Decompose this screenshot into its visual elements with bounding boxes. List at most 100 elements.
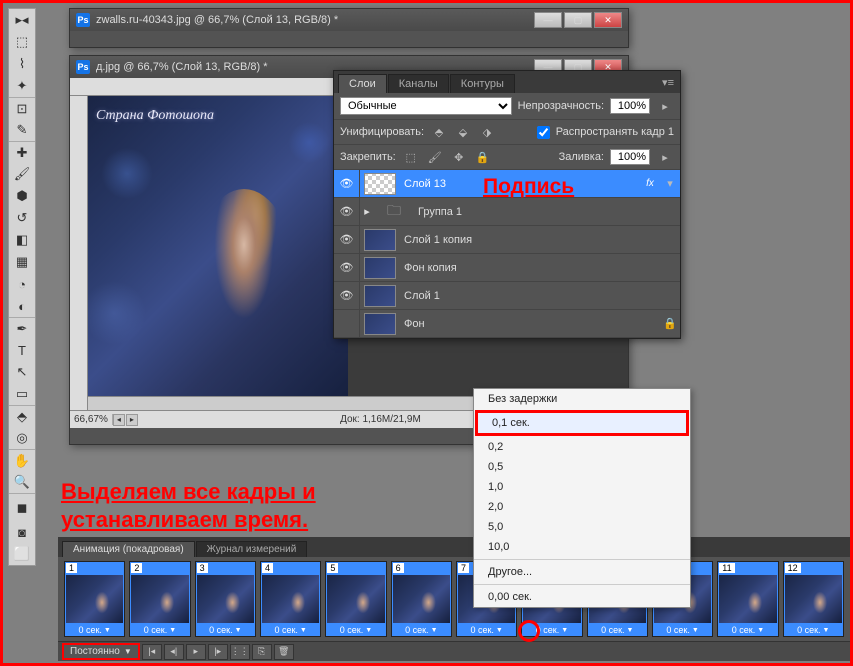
- delay-current[interactable]: 0,00 сек.: [474, 584, 690, 607]
- unify-style-icon[interactable]: ⬗: [478, 124, 496, 140]
- frame-delay[interactable]: 0 сек.▼: [65, 624, 124, 636]
- tab-layers[interactable]: Слои: [338, 74, 387, 93]
- pen-tool[interactable]: ✒: [9, 317, 35, 339]
- quickmask[interactable]: ◙: [9, 521, 35, 543]
- hand-tool[interactable]: ✋: [9, 449, 35, 471]
- tab-animation-frames[interactable]: Анимация (покадровая): [62, 541, 195, 557]
- crop-tool[interactable]: ⊡: [9, 97, 35, 119]
- frame-delay[interactable]: 0 сек.▼: [457, 624, 516, 636]
- tab-measurement-log[interactable]: Журнал измерений: [196, 541, 308, 557]
- unify-pos-icon[interactable]: ⬘: [430, 124, 448, 140]
- blur-tool[interactable]: ◔: [9, 273, 35, 295]
- play-button[interactable]: ▸: [186, 644, 206, 660]
- frame-delay[interactable]: 0 сек.▼: [784, 624, 843, 636]
- opacity-flyout-icon[interactable]: ▸: [656, 98, 674, 114]
- layer-row[interactable]: 👁 ▸ 🗀 Группа 1: [334, 198, 680, 226]
- maximize-button[interactable]: ▢: [564, 12, 592, 28]
- layer-name[interactable]: Слой 1 копия: [400, 234, 680, 246]
- prev-frame-button[interactable]: ◂|: [164, 644, 184, 660]
- visibility-icon[interactable]: [334, 310, 360, 337]
- lock-pos-icon[interactable]: ✥: [450, 149, 468, 165]
- blend-mode-select[interactable]: Обычные: [340, 97, 512, 115]
- close-button[interactable]: ✕: [594, 12, 622, 28]
- layer-row[interactable]: 👁 Слой 1: [334, 282, 680, 310]
- delay-50[interactable]: 5,0: [474, 517, 690, 537]
- history-brush-tool[interactable]: ↺: [9, 207, 35, 229]
- brush-tool[interactable]: 🖌: [9, 163, 35, 185]
- delay-20[interactable]: 2,0: [474, 497, 690, 517]
- layer-thumb[interactable]: [364, 257, 396, 279]
- wand-tool[interactable]: ✦: [9, 75, 35, 97]
- fx-indicator[interactable]: fx: [640, 178, 660, 189]
- fill-flyout-icon[interactable]: ▸: [656, 149, 674, 165]
- opacity-input[interactable]: [610, 98, 650, 114]
- lock-pixels-icon[interactable]: 🖌: [426, 149, 444, 165]
- marquee-tool[interactable]: ⬚: [9, 31, 35, 53]
- delay-02[interactable]: 0,2: [474, 437, 690, 457]
- frame-delay[interactable]: 0 сек.▼: [326, 624, 385, 636]
- visibility-icon[interactable]: 👁: [334, 198, 360, 225]
- layer-thumb[interactable]: [364, 313, 396, 335]
- shape-tool[interactable]: ▭: [9, 383, 35, 405]
- animation-frame[interactable]: 120 сек.▼: [783, 561, 844, 637]
- zoom-level[interactable]: 66,67%: [70, 414, 113, 425]
- nav-prev[interactable]: ◂: [113, 414, 125, 426]
- zoom-tool[interactable]: 🔍: [9, 471, 35, 493]
- lasso-tool[interactable]: ⌇: [9, 53, 35, 75]
- layer-thumb[interactable]: [364, 285, 396, 307]
- visibility-icon[interactable]: 👁: [334, 226, 360, 253]
- path-tool[interactable]: ↖: [9, 361, 35, 383]
- vertical-ruler[interactable]: [70, 96, 88, 410]
- frame-delay[interactable]: 0 сек.▼: [392, 624, 451, 636]
- lock-trans-icon[interactable]: ⬚: [402, 149, 420, 165]
- frame-delay[interactable]: 0 сек.▼: [261, 624, 320, 636]
- lock-all-icon[interactable]: 🔒: [474, 149, 492, 165]
- animation-frame[interactable]: 40 сек.▼: [260, 561, 321, 637]
- delay-none[interactable]: Без задержки: [474, 389, 690, 409]
- eraser-tool[interactable]: ◧: [9, 229, 35, 251]
- layer-row[interactable]: 👁 Фон копия: [334, 254, 680, 282]
- dodge-tool[interactable]: ◐: [9, 295, 35, 317]
- nav-next[interactable]: ▸: [126, 414, 138, 426]
- frame-delay[interactable]: 0 сек.▼: [196, 624, 255, 636]
- first-frame-button[interactable]: |◂: [142, 644, 162, 660]
- layer-thumb[interactable]: [364, 173, 396, 195]
- 3d-camera-tool[interactable]: ◎: [9, 427, 35, 449]
- animation-frame[interactable]: 20 сек.▼: [129, 561, 190, 637]
- swatches[interactable]: ◼: [9, 493, 35, 521]
- eyedropper-tool[interactable]: ✎: [9, 119, 35, 141]
- delay-100[interactable]: 10,0: [474, 537, 690, 557]
- screenmode[interactable]: ⬜: [9, 543, 35, 565]
- expand-fx-icon[interactable]: ▾: [660, 177, 680, 190]
- unify-vis-icon[interactable]: ⬙: [454, 124, 472, 140]
- animation-frame[interactable]: 30 сек.▼: [195, 561, 256, 637]
- frame-delay[interactable]: 0 сек.▼: [130, 624, 189, 636]
- gradient-tool[interactable]: ▦: [9, 251, 35, 273]
- frame-delay[interactable]: 0 сек.▼: [588, 624, 647, 636]
- tab-channels[interactable]: Каналы: [388, 74, 449, 93]
- visibility-icon[interactable]: 👁: [334, 254, 360, 281]
- layer-thumb[interactable]: [364, 229, 396, 251]
- animation-frame[interactable]: 50 сек.▼: [325, 561, 386, 637]
- animation-frame[interactable]: 110 сек.▼: [717, 561, 778, 637]
- duplicate-frame-button[interactable]: ⎘: [252, 644, 272, 660]
- delay-01[interactable]: 0,1 сек.: [475, 410, 689, 436]
- titlebar-bg[interactable]: Ps zwalls.ru-40343.jpg @ 66,7% (Слой 13,…: [70, 9, 628, 31]
- layer-name[interactable]: Группа 1: [414, 206, 680, 218]
- frame-delay[interactable]: 0 сек.▼: [718, 624, 777, 636]
- stamp-tool[interactable]: ⬢: [9, 185, 35, 207]
- tween-button[interactable]: ⋮⋮: [230, 644, 250, 660]
- minimize-button[interactable]: —: [534, 12, 562, 28]
- delay-other[interactable]: Другое...: [474, 559, 690, 582]
- next-frame-button[interactable]: |▸: [208, 644, 228, 660]
- move-tool[interactable]: ▸◂: [9, 9, 35, 31]
- fill-input[interactable]: [610, 149, 650, 165]
- layer-row[interactable]: 👁 Слой 1 копия: [334, 226, 680, 254]
- panel-menu-icon[interactable]: ▾≡: [656, 72, 680, 93]
- delay-05[interactable]: 0,5: [474, 457, 690, 477]
- delete-frame-button[interactable]: 🗑: [274, 644, 294, 660]
- healing-tool[interactable]: ✚: [9, 141, 35, 163]
- 3d-tool[interactable]: ⬘: [9, 405, 35, 427]
- layer-name[interactable]: Фон: [400, 318, 660, 330]
- visibility-icon[interactable]: 👁: [334, 170, 360, 197]
